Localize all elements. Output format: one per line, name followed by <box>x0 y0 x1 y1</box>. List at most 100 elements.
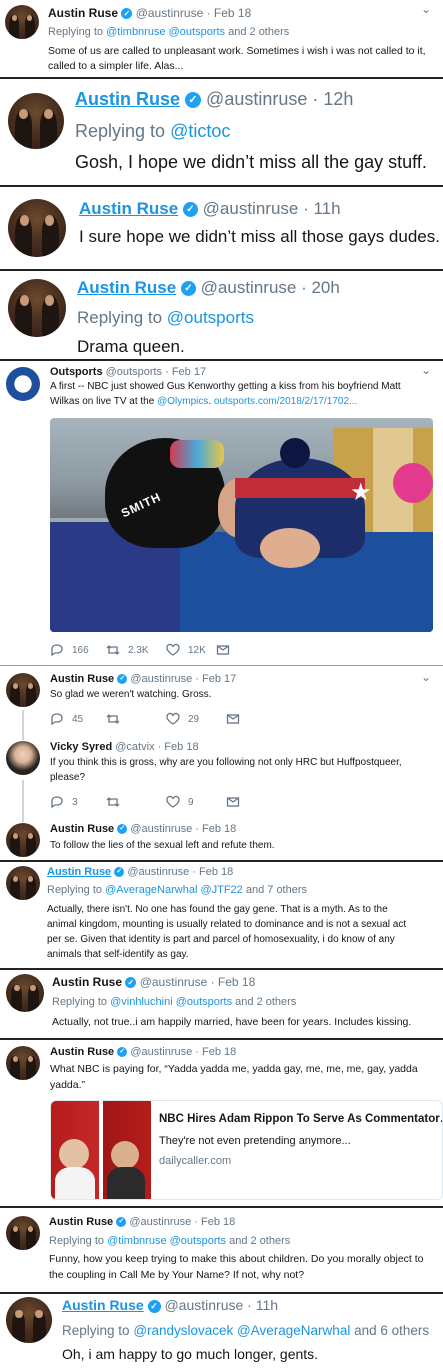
reply-mentions[interactable]: @vinhluchini @outsports <box>110 996 232 1008</box>
tweet-text-line: A first -- NBC just showed Gus Kenworthy… <box>50 381 401 392</box>
reply-mentions[interactable]: @outsports <box>167 308 254 327</box>
author-handle[interactable]: @austinruse · Feb 18 <box>129 1216 235 1228</box>
tweet-text: To follow the lies of the sexual left an… <box>50 840 275 851</box>
avatar[interactable] <box>8 279 66 337</box>
message-button[interactable] <box>226 712 248 726</box>
author-name[interactable]: Austin Ruse <box>47 866 111 878</box>
others-link[interactable]: and 2 others <box>229 1235 290 1247</box>
reply-button[interactable]: 166 <box>50 643 106 657</box>
avatar[interactable] <box>8 93 64 149</box>
author-name[interactable]: Austin Ruse <box>52 975 122 989</box>
author-handle[interactable]: @austinruse · 11h <box>203 199 341 218</box>
card-title[interactable]: NBC Hires Adam Rippon To Serve As Commen… <box>159 1113 442 1125</box>
replying-label: Replying to <box>62 1323 130 1338</box>
author-handle[interactable]: @austinruse · 11h <box>164 1297 278 1313</box>
chevron-down-icon[interactable]: ⌄ <box>421 670 431 684</box>
avatar[interactable] <box>6 741 40 775</box>
verified-badge-icon: ✓ <box>117 1047 128 1058</box>
avatar[interactable] <box>6 1216 40 1250</box>
tweet-text-line: Wilkas on live TV at the <box>50 396 155 407</box>
author-name[interactable]: Austin Ruse <box>50 673 114 685</box>
author-name[interactable]: Austin Ruse <box>62 1297 144 1313</box>
verified-badge-icon: ✓ <box>180 281 196 297</box>
reply-count: 3 <box>72 796 78 808</box>
author-name[interactable]: Austin Ruse <box>49 1216 113 1228</box>
tweet-text-line: Funny, how you keep trying to make this … <box>49 1253 424 1265</box>
retweet-icon <box>106 797 120 807</box>
others-link[interactable]: and 7 others <box>246 884 307 896</box>
author-name[interactable]: Vicky Syred <box>50 741 112 753</box>
verified-badge-icon: ✓ <box>116 1217 127 1228</box>
envelope-icon <box>226 714 240 724</box>
chevron-down-icon[interactable]: ⌄ <box>421 2 431 16</box>
chevron-down-icon[interactable]: ⌄ <box>421 363 431 377</box>
author-handle[interactable]: @austinruse · Feb 18 <box>130 1046 236 1058</box>
reply-icon <box>51 644 63 657</box>
message-button[interactable] <box>216 643 238 657</box>
author-handle[interactable]: @austinruse · Feb 18 <box>136 6 252 20</box>
avatar[interactable] <box>6 866 40 900</box>
tweet-text-line: please? <box>50 772 86 783</box>
author-handle[interactable]: @austinruse · 12h <box>206 89 353 109</box>
heart-icon <box>166 643 180 656</box>
like-button[interactable]: 29 <box>166 712 226 726</box>
others-link[interactable]: and 2 others <box>235 996 296 1008</box>
tweet-actions: 166 2.3K 12K <box>50 643 238 657</box>
author-handle[interactable]: @austinruse · 20h <box>201 278 340 297</box>
author-handle[interactable]: @catvix · Feb 18 <box>115 741 198 753</box>
avatar[interactable] <box>8 199 66 257</box>
reply-button[interactable]: 45 <box>50 712 106 726</box>
tweet-text-line: Some of us are called to unpleasant work… <box>48 45 426 57</box>
tweet-text-line: What NBC is paying for, “Yadda yadda me,… <box>50 1063 418 1075</box>
retweet-button[interactable] <box>106 795 166 809</box>
others-link[interactable]: and 6 others <box>354 1323 429 1338</box>
author-name[interactable]: Austin Ruse <box>48 6 118 20</box>
tweet-9: Austin Ruse ✓ @austinruse · Feb 18 Reply… <box>0 862 443 968</box>
tweet-text: So glad we weren't watching. Gross. <box>50 689 212 700</box>
author-name[interactable]: Austin Ruse <box>77 278 176 297</box>
author-handle[interactable]: @austinruse · Feb 17 <box>130 673 236 685</box>
verified-badge-icon: ✓ <box>121 8 133 20</box>
author-handle[interactable]: @austinruse · Feb 18 <box>127 866 233 878</box>
like-button[interactable]: 9 <box>166 795 226 809</box>
avatar[interactable] <box>6 1046 40 1080</box>
avatar[interactable] <box>6 974 44 1012</box>
avatar[interactable] <box>6 367 40 401</box>
tweet-1: Austin Ruse ✓ @austinruse · Feb 18 ⌄ Rep… <box>0 0 443 77</box>
avatar[interactable] <box>5 5 39 39</box>
reply-mentions[interactable]: @tictoc <box>170 121 230 141</box>
card-domain[interactable]: dailycaller.com <box>159 1155 231 1167</box>
author-handle[interactable]: @austinruse · Feb 18 <box>130 823 236 835</box>
message-button[interactable] <box>226 795 248 809</box>
replying-label: Replying to <box>52 996 108 1008</box>
link-card[interactable]: NBC Hires Adam Rippon To Serve As Commen… <box>50 1100 443 1200</box>
reply-mentions[interactable]: @timbnruse @outsports <box>107 1235 226 1247</box>
reply-mentions[interactable]: @timbnruse @outsports <box>106 26 225 38</box>
retweet-button[interactable] <box>106 712 166 726</box>
tweet-text-line: Actually, there isn't. No one has found … <box>47 904 388 915</box>
tweet-image[interactable]: ★ SMITH <box>50 418 433 632</box>
author-handle[interactable]: @austinruse · Feb 18 <box>140 975 256 989</box>
reply-mentions[interactable]: @AverageNarwhal @JTF22 <box>105 884 243 896</box>
author-name[interactable]: Austin Ruse <box>75 89 180 109</box>
avatar[interactable] <box>6 1297 52 1343</box>
reply-mentions[interactable]: @randyslovacek @AverageNarwhal <box>133 1323 350 1338</box>
reply-button[interactable]: 3 <box>50 795 106 809</box>
retweet-button[interactable]: 2.3K <box>106 643 166 657</box>
author-handle[interactable]: @outsports · Feb 17 <box>106 366 206 378</box>
card-description: They're not even pretending anymore... <box>159 1135 351 1147</box>
tweet-text: I sure hope we didn’t miss all those gay… <box>79 227 440 246</box>
tweet-text-line: . <box>208 396 212 407</box>
tweet-10: Austin Ruse ✓ @austinruse · Feb 18 Reply… <box>0 970 443 1038</box>
mention-link[interactable]: @Olympics <box>157 396 208 407</box>
tweet-2: Austin Ruse ✓ @austinruse · 12h Replying… <box>0 79 443 185</box>
author-name[interactable]: Austin Ruse <box>50 1046 114 1058</box>
author-name[interactable]: Austin Ruse <box>50 823 114 835</box>
like-button[interactable]: 12K <box>166 643 216 657</box>
url-link[interactable]: outsports.com/2018/2/17/1702... <box>214 396 357 407</box>
avatar[interactable] <box>6 673 40 707</box>
others-link[interactable]: and 2 others <box>228 26 289 38</box>
avatar[interactable] <box>6 823 40 857</box>
author-name[interactable]: Outsports <box>50 366 103 378</box>
author-name[interactable]: Austin Ruse <box>79 199 178 218</box>
